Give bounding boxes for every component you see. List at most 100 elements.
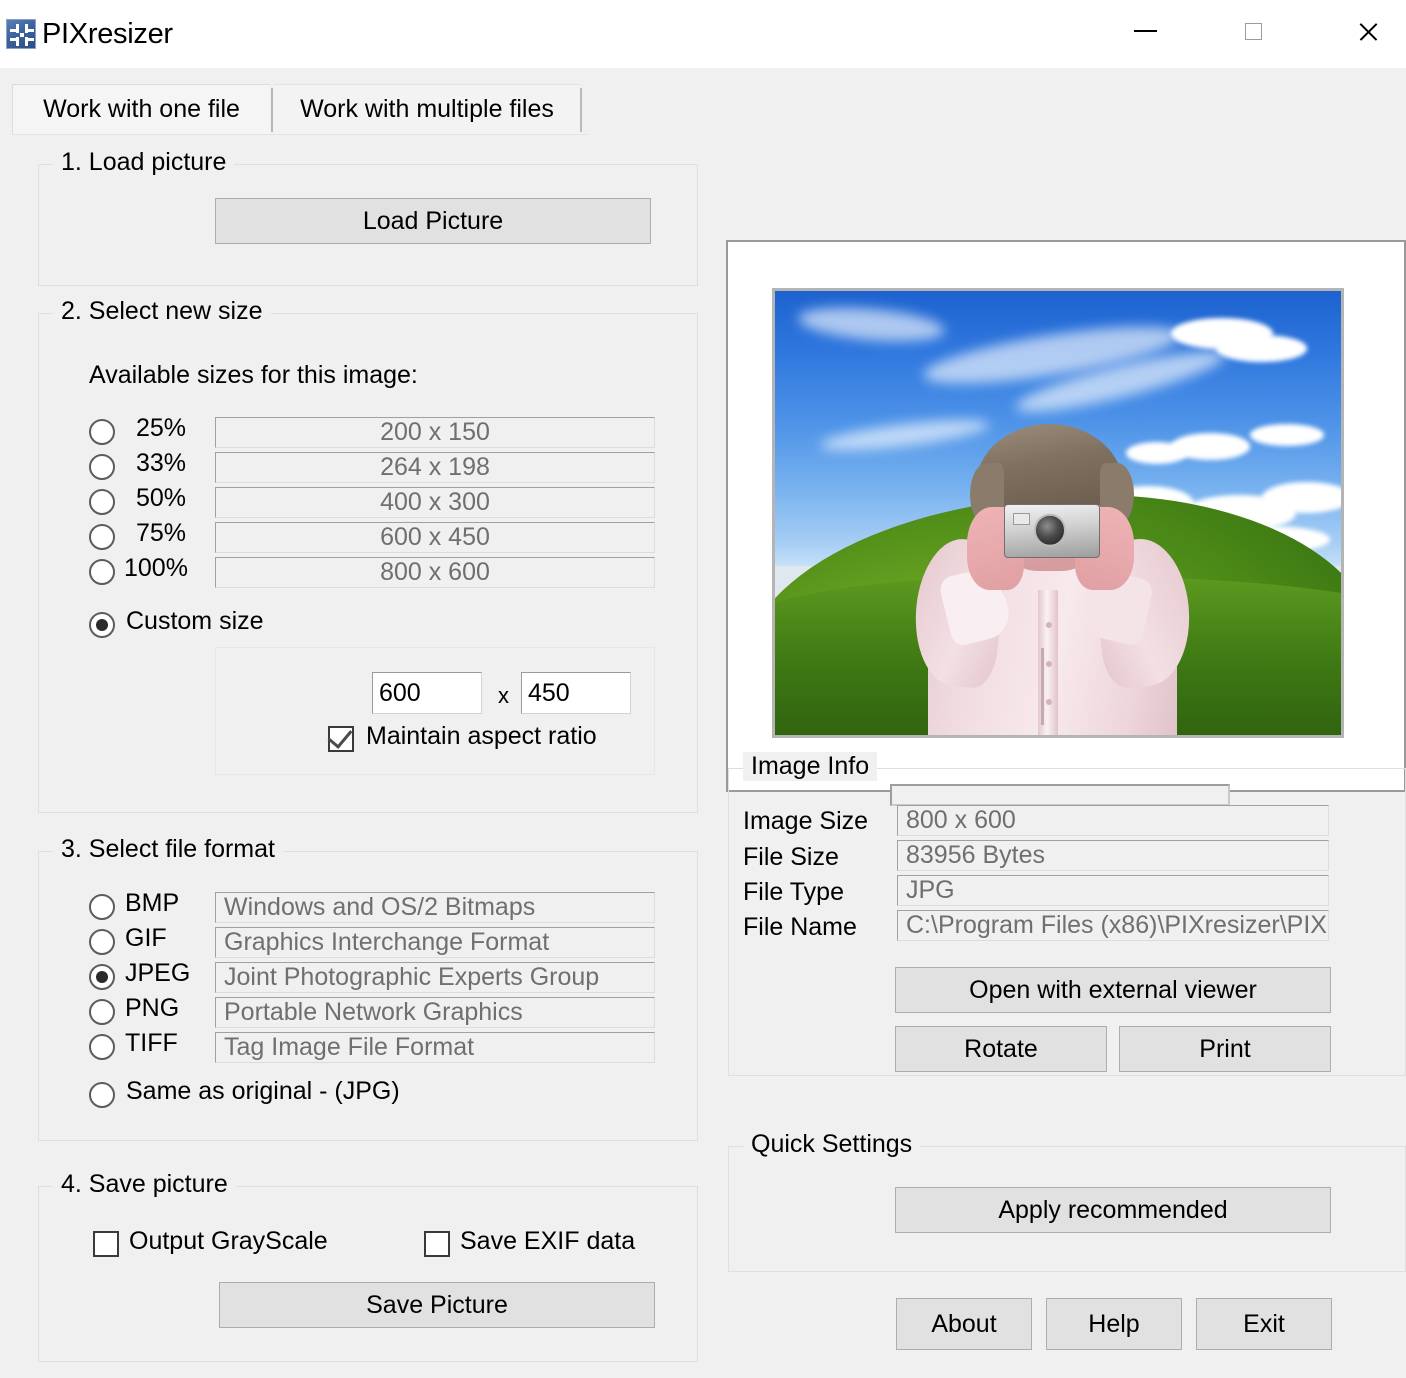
image-preview[interactable] <box>772 288 1344 738</box>
load-picture-button[interactable]: Load Picture <box>215 198 651 244</box>
camera <box>1004 504 1101 559</box>
radio-label-25: 25% <box>136 414 187 442</box>
help-button[interactable]: Help <box>1046 1298 1182 1350</box>
rotate-button[interactable]: Rotate <box>895 1026 1107 1072</box>
format-description-bmp: Windows and OS/2 Bitmaps <box>215 892 655 923</box>
group-select-new-size: 2. Select new size Available sizes for t… <box>38 297 698 813</box>
label-file-size: File Size <box>743 843 839 871</box>
group-load-picture: 1. Load picture Load Picture <box>38 148 698 286</box>
camera-lens <box>1034 513 1067 547</box>
group-save-picture: 4. Save picture Output GrayScale Save EX… <box>38 1170 698 1362</box>
preview-cloud <box>1261 481 1341 513</box>
size-field-33: 264 x 198 <box>215 452 655 483</box>
window-title: PIXresizer <box>42 18 173 50</box>
radio-size-50[interactable] <box>89 489 115 515</box>
value-file-type: JPG <box>897 875 1329 906</box>
apply-recommended-button[interactable]: Apply recommended <box>895 1187 1331 1233</box>
group-title-load-picture: 1. Load picture <box>53 148 235 177</box>
radio-format-same-as-original[interactable] <box>89 1082 115 1108</box>
camera-strap <box>1041 647 1044 725</box>
format-description-gif: Graphics Interchange Format <box>215 927 655 958</box>
image-preview-frame <box>726 240 1406 792</box>
radio-size-25[interactable] <box>89 419 115 445</box>
output-grayscale-checkbox[interactable] <box>93 1231 119 1257</box>
label-image-size: Image Size <box>743 807 869 835</box>
title-bar: PIXresizer <box>0 0 1406 68</box>
tab-work-with-one-file[interactable]: Work with one file <box>12 84 270 134</box>
value-file-size: 83956 Bytes <box>897 840 1329 871</box>
save-exif-label: Save EXIF data <box>460 1227 636 1255</box>
tab-underline <box>12 134 588 135</box>
preview-photographer <box>909 424 1196 735</box>
minimize-icon <box>1133 30 1157 32</box>
about-button[interactable]: About <box>896 1298 1032 1350</box>
exit-button[interactable]: Exit <box>1196 1298 1332 1350</box>
shirt-button <box>1045 660 1052 667</box>
radio-label-33: 33% <box>136 449 187 477</box>
radio-size-75[interactable] <box>89 524 115 550</box>
size-field-100: 800 x 600 <box>215 557 655 588</box>
radio-size-33[interactable] <box>89 454 115 480</box>
save-exif-checkbox[interactable] <box>424 1231 450 1257</box>
close-icon <box>1357 20 1380 43</box>
preview-cloud <box>1216 335 1308 363</box>
camera-flash <box>1012 513 1030 525</box>
size-field-75: 600 x 450 <box>215 522 655 553</box>
shirt-button <box>1045 622 1052 629</box>
radio-format-bmp[interactable] <box>89 894 115 920</box>
radio-label-jpeg: JPEG <box>125 959 191 987</box>
radio-label-100: 100% <box>124 554 188 582</box>
value-image-size: 800 x 600 <box>897 805 1329 836</box>
open-with-external-viewer-button[interactable]: Open with external viewer <box>895 967 1331 1013</box>
save-picture-button[interactable]: Save Picture <box>219 1282 655 1328</box>
radio-format-png[interactable] <box>89 999 115 1025</box>
print-button[interactable]: Print <box>1119 1026 1331 1072</box>
radio-label-png: PNG <box>125 994 180 1022</box>
radio-format-tiff[interactable] <box>89 1034 115 1060</box>
group-quick-settings: Quick Settings Apply recommended <box>728 1130 1406 1272</box>
radio-label-bmp: BMP <box>125 889 180 917</box>
radio-label-50: 50% <box>136 484 187 512</box>
radio-format-jpeg[interactable] <box>89 964 115 990</box>
group-title-select-file-format: 3. Select file format <box>53 835 283 864</box>
shirt-button <box>1045 699 1052 706</box>
maintain-aspect-ratio-checkbox[interactable] <box>328 726 354 752</box>
size-field-25: 200 x 150 <box>215 417 655 448</box>
radio-label-gif: GIF <box>125 924 167 952</box>
tab-strip: Work with one file Work with multiple fi… <box>12 84 1394 136</box>
group-title-image-info: Image Info <box>743 752 878 781</box>
radio-format-gif[interactable] <box>89 929 115 955</box>
format-description-jpeg: Joint Photographic Experts Group <box>215 962 655 993</box>
tab-divider <box>271 88 273 132</box>
format-description-tiff: Tag Image File Format <box>215 1032 655 1063</box>
radio-custom-size[interactable] <box>89 612 115 638</box>
output-grayscale-label: Output GrayScale <box>129 1227 328 1255</box>
radio-label-custom-size: Custom size <box>126 607 264 635</box>
group-title-select-new-size: 2. Select new size <box>53 297 271 326</box>
size-field-50: 400 x 300 <box>215 487 655 518</box>
value-file-name: C:\Program Files (x86)\PIXresizer\PIXres… <box>897 910 1329 941</box>
radio-label-same-as-original: Same as original - (JPG) <box>126 1077 400 1105</box>
tab-divider <box>580 88 582 132</box>
custom-width-input[interactable] <box>372 672 482 714</box>
tab-label: Work with one file <box>43 95 240 123</box>
radio-label-tiff: TIFF <box>125 1029 178 1057</box>
minimize-button[interactable] <box>1106 0 1184 62</box>
available-sizes-label: Available sizes for this image: <box>89 361 418 389</box>
maximize-icon <box>1244 22 1262 40</box>
tab-label: Work with multiple files <box>300 95 554 123</box>
size-separator-label: x <box>498 683 509 708</box>
client-area: Work with one file Work with multiple fi… <box>0 68 1406 1378</box>
radio-size-100[interactable] <box>89 559 115 585</box>
group-title-save-picture: 4. Save picture <box>53 1170 236 1199</box>
group-image-info: Image Info Image Size 800 x 600 File Siz… <box>728 752 1406 1076</box>
tab-work-with-multiple-files[interactable]: Work with multiple files <box>274 84 580 134</box>
format-description-png: Portable Network Graphics <box>215 997 655 1028</box>
group-title-quick-settings: Quick Settings <box>743 1130 921 1159</box>
maximize-button[interactable] <box>1214 0 1292 62</box>
close-button[interactable] <box>1332 0 1404 62</box>
maintain-aspect-ratio-text: Maintain aspect ratio <box>366 722 597 750</box>
label-file-type: File Type <box>743 878 844 906</box>
custom-height-input[interactable] <box>521 672 631 714</box>
group-select-file-format: 3. Select file format BMP Windows and OS… <box>38 835 698 1141</box>
